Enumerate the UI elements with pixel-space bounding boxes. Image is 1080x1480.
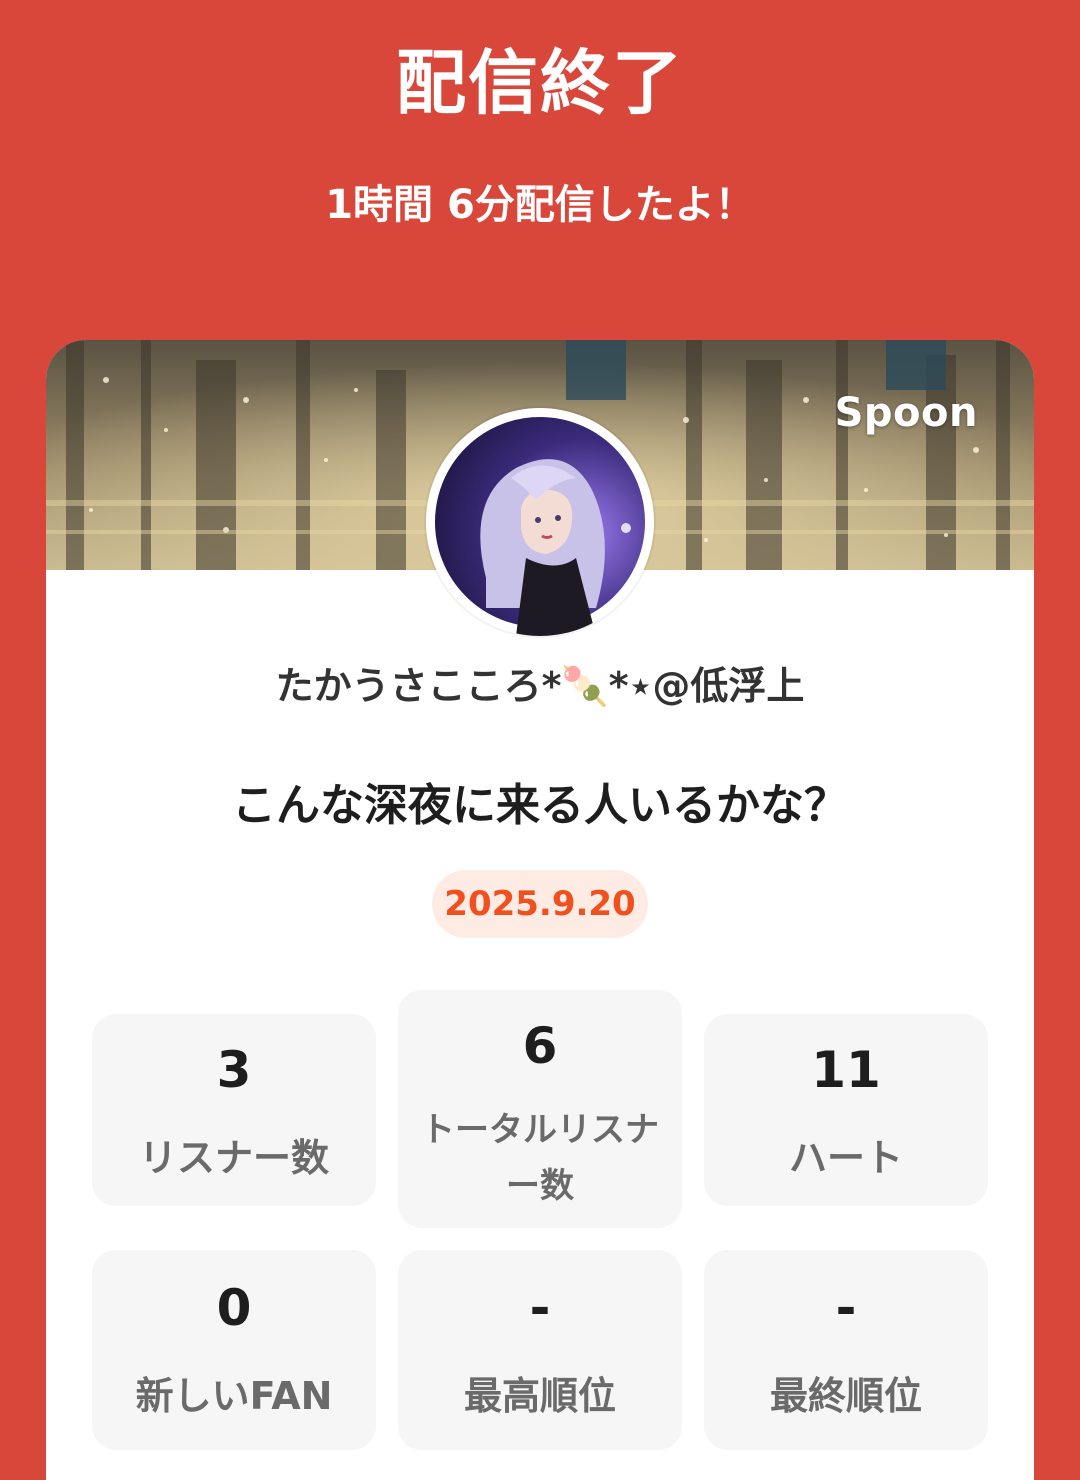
stat-label: 最高順位 <box>463 1374 616 1418</box>
stat-highest-rank: - 最高順位 <box>398 1250 682 1450</box>
avatar[interactable] <box>426 408 654 636</box>
stat-hearts: 11 ハート <box>704 1014 988 1206</box>
stat-value: 0 <box>216 1279 252 1337</box>
page-title: 配信終了 <box>396 42 684 124</box>
stream-title: こんな深夜に来る人いるかな？ <box>232 780 848 831</box>
stat-label: 新しいFAN <box>135 1374 333 1418</box>
broadcast-duration: 1時間 6分配信したよ！ <box>325 182 755 228</box>
stat-label: リスナー数 <box>138 1136 329 1180</box>
spoon-logo: Spoon <box>834 390 978 436</box>
stat-value: - <box>529 1279 551 1337</box>
stat-listeners: 3 リスナー数 <box>92 1014 376 1206</box>
stat-label: トータルリスナー数 <box>421 1110 659 1206</box>
broadcast-summary-card: Spoon たかうさこころ*🍡*⋆@低浮上 こんな深夜に来る人いるかな？ 202… <box>46 340 1034 1480</box>
stat-total-listeners: 6 トータルリスナー数 <box>398 990 682 1228</box>
stat-value: 6 <box>522 1017 558 1075</box>
stat-label: 最終順位 <box>769 1374 922 1418</box>
stat-value: 11 <box>811 1041 881 1099</box>
streamer-username: たかうさこころ*🍡*⋆@低浮上 <box>275 664 805 708</box>
stat-value: - <box>835 1279 857 1337</box>
stat-label: ハート <box>788 1136 903 1180</box>
stat-final-rank: - 最終順位 <box>704 1250 988 1450</box>
stat-value: 3 <box>216 1041 252 1099</box>
stat-new-fans: 0 新しいFAN <box>92 1250 376 1450</box>
date-badge: 2025.9.20 <box>432 870 648 938</box>
